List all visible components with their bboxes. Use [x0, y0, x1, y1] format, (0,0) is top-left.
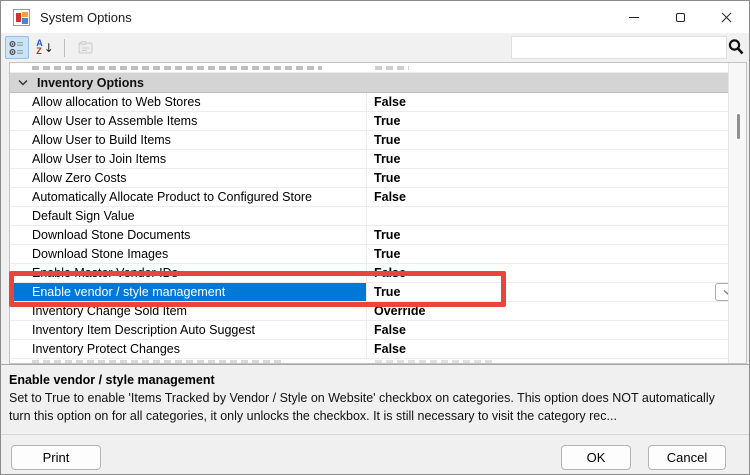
property-value[interactable]: False — [367, 93, 728, 111]
alphabetical-sort-button[interactable]: A Z ↓ — [33, 36, 57, 59]
property-name[interactable]: Allow Zero Costs — [10, 169, 367, 187]
property-name[interactable]: Allow User to Assemble Items — [10, 112, 367, 130]
property-grid-body: Inventory Options Allow allocation to We… — [10, 63, 728, 363]
property-value[interactable]: True — [367, 283, 728, 301]
property-row[interactable]: Inventory Change Sold ItemOverride — [10, 302, 728, 321]
vertical-scrollbar[interactable] — [728, 63, 746, 363]
chevron-down-icon — [723, 289, 728, 296]
property-value[interactable] — [367, 207, 728, 225]
property-name[interactable]: Enable Master Vendor IDs — [10, 264, 367, 282]
property-value[interactable]: True — [367, 245, 728, 263]
ok-button[interactable]: OK — [561, 445, 631, 470]
property-row[interactable]: Allow Zero CostsTrue — [10, 169, 728, 188]
property-row[interactable]: Enable Master Vendor IDsFalse — [10, 264, 728, 283]
property-value[interactable]: True — [367, 226, 728, 244]
categorized-view-button[interactable] — [5, 36, 29, 59]
search-icon[interactable] — [727, 38, 745, 56]
property-row[interactable]: Download Stone ImagesTrue — [10, 245, 728, 264]
search-input[interactable] — [511, 36, 727, 59]
property-row[interactable]: Inventory Protect ChangesFalse — [10, 340, 728, 359]
property-row[interactable]: Default Sign Value — [10, 207, 728, 226]
description-body: Set to True to enable 'Items Tracked by … — [9, 390, 739, 426]
property-name[interactable]: Inventory Item Description Auto Suggest — [10, 321, 367, 339]
window-title: System Options — [40, 10, 132, 25]
property-name[interactable]: Allow User to Build Items — [10, 131, 367, 149]
property-name[interactable]: Automatically Allocate Product to Config… — [10, 188, 367, 206]
property-name[interactable]: Allow User to Join Items — [10, 150, 367, 168]
property-value[interactable]: Override — [367, 302, 728, 320]
scrollbar-thumb[interactable] — [737, 114, 740, 139]
titlebar: System Options — [1, 1, 749, 33]
property-name[interactable]: Inventory Change Sold Item — [10, 302, 367, 320]
property-pages-icon — [78, 41, 94, 55]
description-title: Enable vendor / style management — [9, 373, 739, 387]
property-name[interactable]: Download Stone Documents — [10, 226, 367, 244]
property-name[interactable]: Inventory Protect Changes — [10, 340, 367, 358]
property-row[interactable]: Allow allocation to Web StoresFalse — [10, 93, 728, 112]
property-value[interactable]: True — [367, 169, 728, 187]
property-value[interactable]: False — [367, 321, 728, 339]
property-row[interactable]: Allow User to Assemble ItemsTrue — [10, 112, 728, 131]
property-value[interactable]: True — [367, 112, 728, 130]
property-value[interactable]: False — [367, 264, 728, 282]
property-grid: Inventory Options Allow allocation to We… — [9, 62, 747, 364]
property-name[interactable]: Allow allocation to Web Stores — [10, 93, 367, 111]
close-button[interactable] — [703, 1, 749, 33]
clipped-row-top — [10, 63, 728, 73]
category-label: Inventory Options — [37, 76, 144, 90]
property-name[interactable]: Download Stone Images — [10, 245, 367, 263]
description-panel: Enable vendor / style management Set to … — [1, 364, 749, 434]
clipped-row-bottom — [10, 359, 728, 363]
close-icon — [721, 12, 732, 23]
minimize-icon — [629, 17, 639, 18]
property-name[interactable]: Enable vendor / style management — [10, 283, 367, 301]
property-value[interactable]: True — [367, 131, 728, 149]
property-name[interactable]: Default Sign Value — [10, 207, 367, 225]
toolbar-separator — [64, 39, 65, 57]
categorized-icon — [9, 40, 25, 56]
property-row[interactable]: Allow User to Build ItemsTrue — [10, 131, 728, 150]
value-dropdown-button[interactable] — [715, 283, 728, 301]
minimize-button[interactable] — [611, 1, 657, 33]
system-options-dialog: System Options A Z — [0, 0, 750, 475]
property-row[interactable]: Inventory Item Description Auto SuggestF… — [10, 321, 728, 340]
sort-alpha-icon: A Z ↓ — [36, 40, 54, 55]
property-row[interactable]: Allow User to Join ItemsTrue — [10, 150, 728, 169]
button-bar: Print OK Cancel — [1, 434, 749, 475]
property-value[interactable]: True — [367, 150, 728, 168]
app-icon — [13, 9, 30, 26]
property-row[interactable]: Automatically Allocate Product to Config… — [10, 188, 728, 207]
maximize-button[interactable] — [657, 1, 703, 33]
propertygrid-toolbar: A Z ↓ — [1, 33, 749, 62]
property-row[interactable]: Download Stone DocumentsTrue — [10, 226, 728, 245]
cancel-button[interactable]: Cancel — [648, 445, 726, 470]
property-row[interactable]: Enable vendor / style managementTrue — [10, 283, 728, 302]
grid-rows: Allow allocation to Web StoresFalseAllow… — [10, 93, 728, 359]
property-value[interactable]: False — [367, 188, 728, 206]
property-pages-button — [74, 36, 98, 59]
chevron-down-icon[interactable] — [18, 79, 28, 86]
category-row-inventory-options[interactable]: Inventory Options — [10, 73, 728, 93]
maximize-icon — [676, 13, 685, 22]
print-button[interactable]: Print — [11, 445, 101, 470]
property-value[interactable]: False — [367, 340, 728, 358]
